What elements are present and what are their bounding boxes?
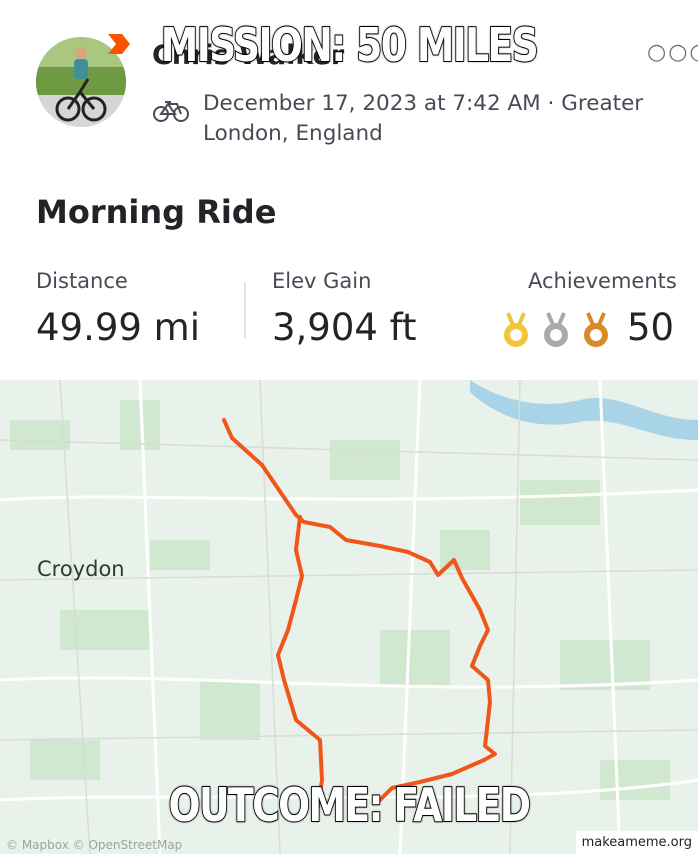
medal-inner: [510, 329, 522, 341]
distance-label: Distance: [36, 269, 128, 293]
achievement-medals-icon: [504, 312, 608, 347]
more-horizontal-icon[interactable]: ○○○: [647, 40, 698, 65]
distance-value: 49.99 mi: [36, 306, 201, 349]
elev-gain-value: 3,904 ft: [272, 306, 417, 349]
bike-icon: [153, 101, 189, 122]
medal-inner: [550, 329, 562, 341]
achievements-label: Achievements: [528, 269, 677, 293]
elev-gain-label: Elev Gain: [272, 269, 372, 293]
makeameme-watermark: makeameme.org: [575, 831, 698, 854]
meme-bottom-caption: OUTCOME: FAILED: [168, 777, 532, 833]
activity-datetime-location: December 17, 2023 at 7:42 AM · Greater L…: [203, 91, 644, 146]
medal-inner: [590, 329, 602, 341]
stats-divider: [244, 282, 246, 338]
map-attribution[interactable]: © Mapbox © OpenStreetMap: [6, 838, 182, 852]
achievements-value: 50: [627, 306, 675, 349]
map-place-label-croydon: Croydon: [37, 557, 125, 581]
meme-top-caption: MISSION: 50 MILES: [160, 17, 540, 73]
activity-title[interactable]: Morning Ride: [36, 193, 276, 231]
